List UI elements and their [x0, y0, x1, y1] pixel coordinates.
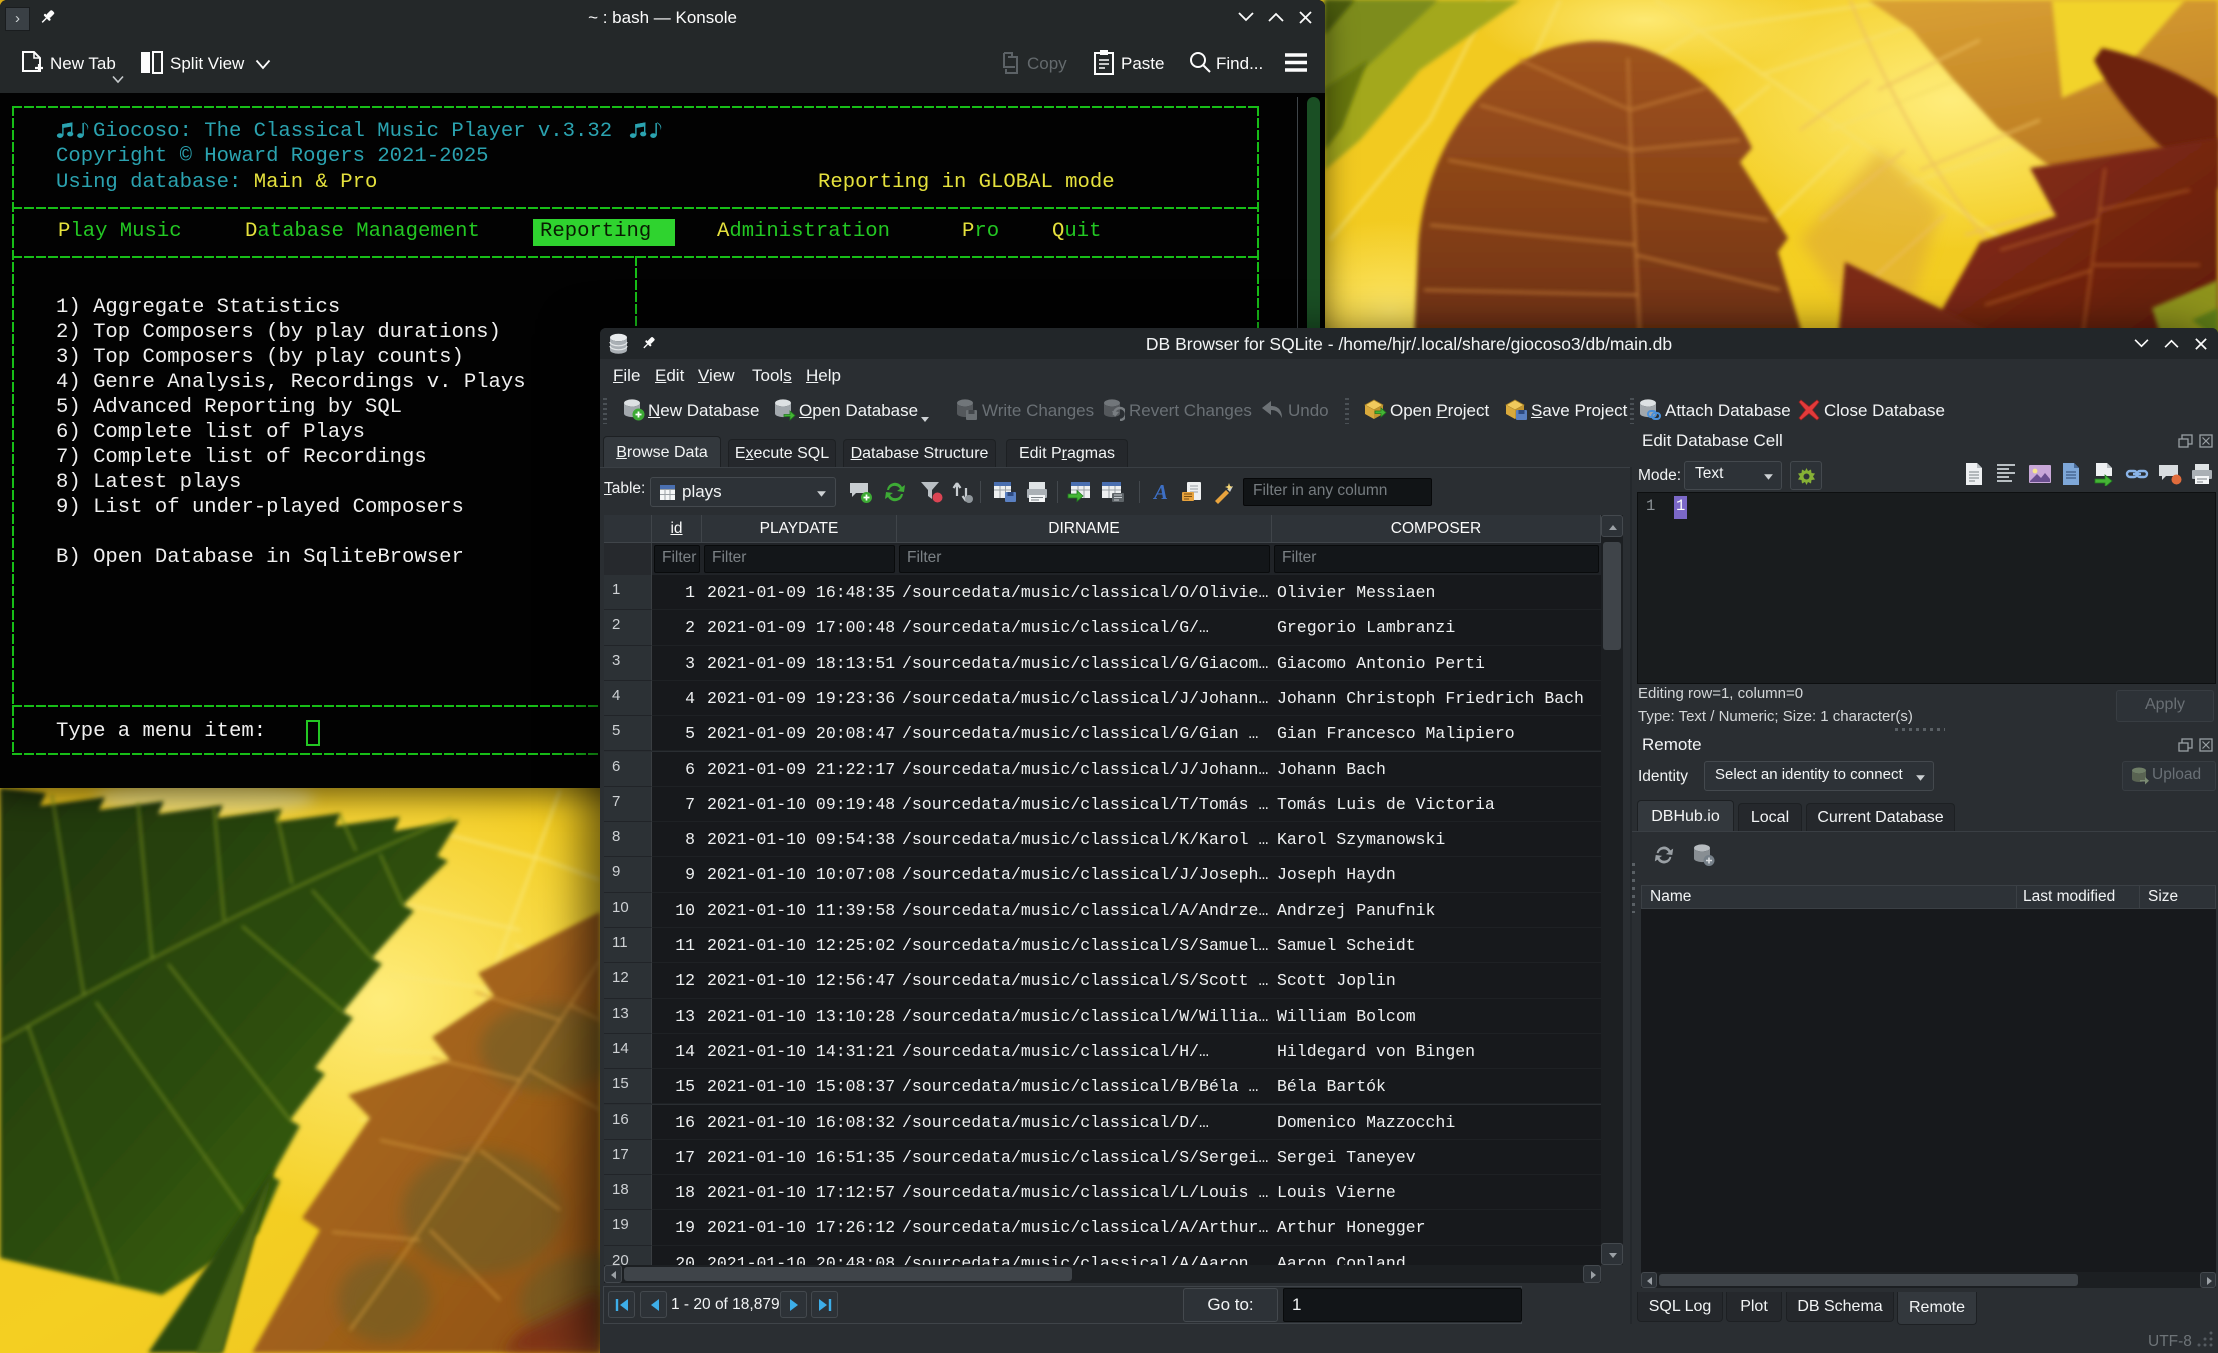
svg-text:A: A: [1152, 480, 1168, 504]
